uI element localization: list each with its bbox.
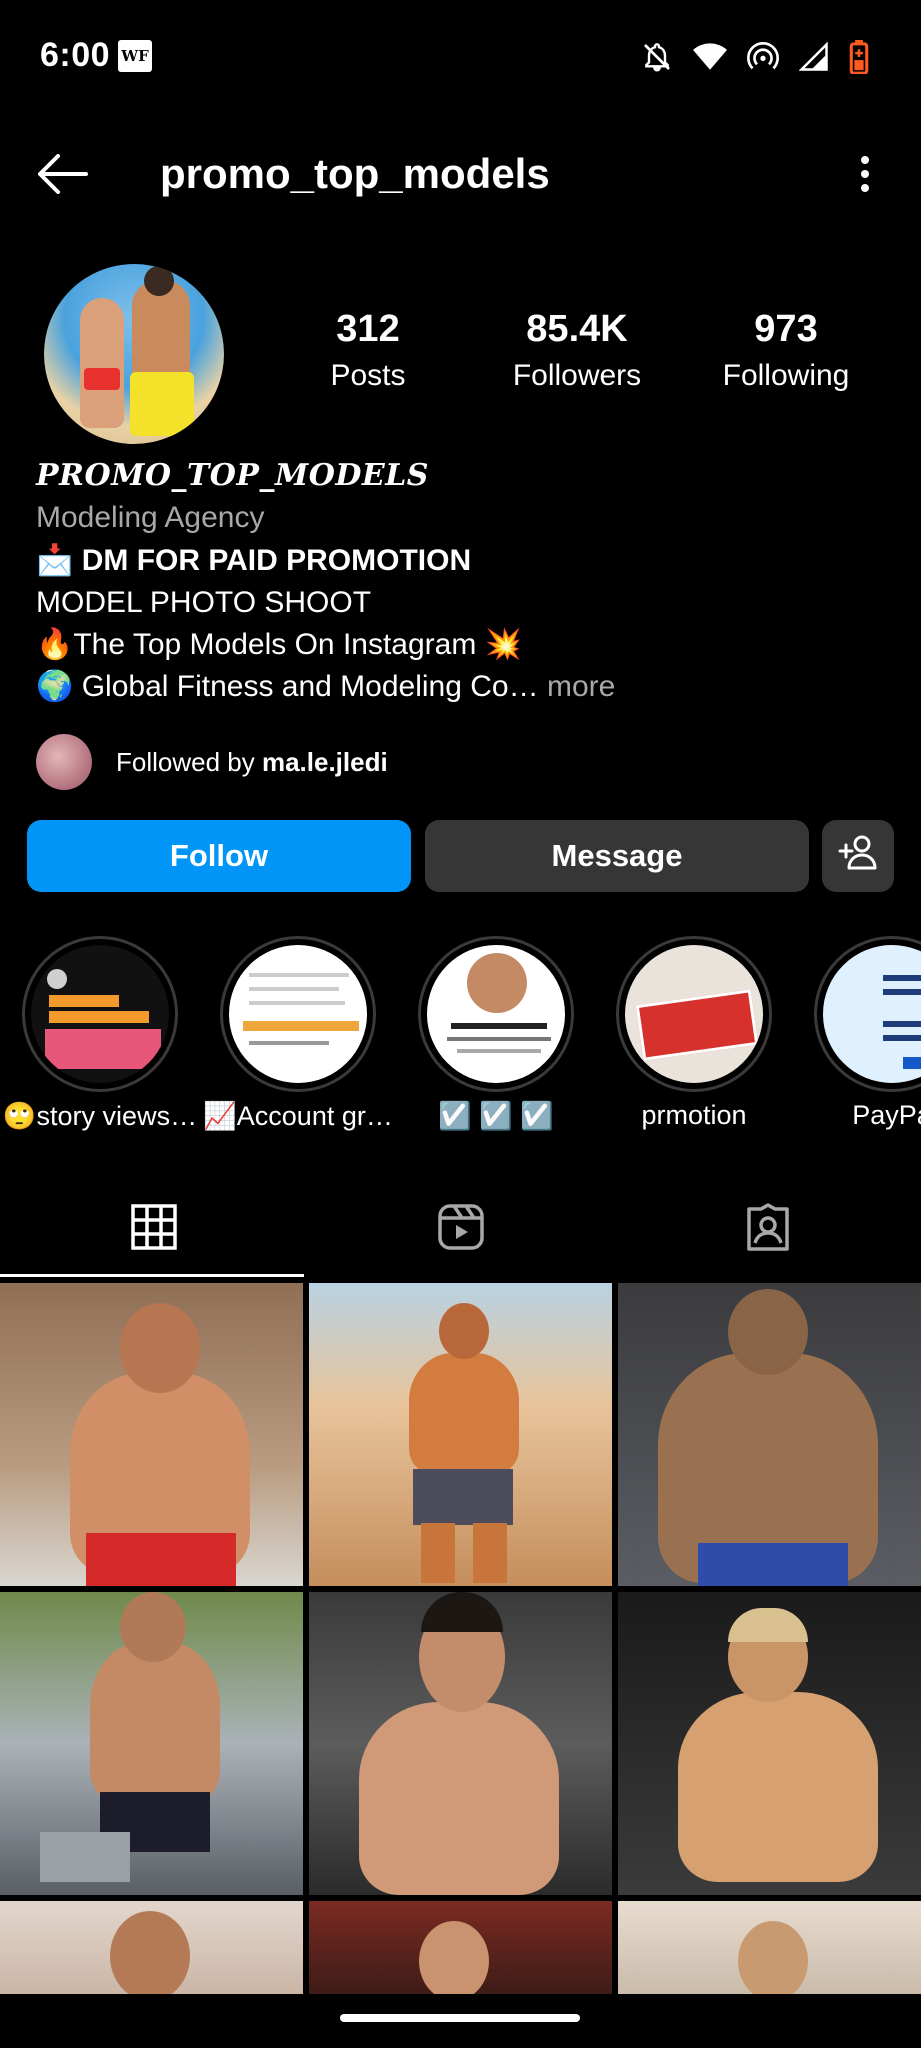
followed-by[interactable]: Followed by ma.le.jledi — [36, 734, 388, 790]
stat-posts[interactable]: 312 Posts — [278, 306, 458, 396]
top-bar: promo_top_models — [0, 128, 921, 224]
followed-by-text: Followed by ma.le.jledi — [116, 747, 388, 778]
stat-value: 312 — [336, 308, 400, 350]
tab-tagged[interactable] — [614, 1180, 921, 1278]
bio-line: 📩 DM FOR PAID PROMOTION — [36, 540, 896, 582]
stat-label: Following — [722, 359, 850, 392]
stat-value: 973 — [754, 308, 818, 350]
highlight-ring — [814, 936, 921, 1092]
suggested-users-button[interactable] — [822, 820, 894, 892]
highlight-cover — [625, 945, 763, 1083]
post-thumbnail[interactable] — [309, 1283, 612, 1586]
avatar-figure — [84, 368, 120, 390]
followed-by-prefix: Followed by — [116, 746, 255, 777]
highlight-label: 📈Account gr… — [203, 1101, 393, 1131]
bio-line: 🌍 Global Fitness and Modeling Co… more — [36, 666, 896, 708]
add-person-icon — [838, 834, 878, 878]
bio-line: MODEL PHOTO SHOOT — [36, 586, 372, 619]
wifi-icon — [693, 42, 727, 72]
more-options-button[interactable] — [845, 148, 885, 204]
grid-icon — [130, 1203, 177, 1255]
highlight-ring — [220, 936, 376, 1092]
tab-posts-grid[interactable] — [0, 1180, 307, 1278]
status-icons — [641, 40, 869, 74]
highlight-cover — [229, 945, 367, 1083]
post-thumbnail[interactable] — [309, 1901, 612, 2001]
highlight-label: 🙄story views… — [2, 1101, 198, 1131]
post-thumbnail[interactable] — [618, 1901, 921, 2001]
display-name: PROMO_TOP_MODELS — [36, 458, 429, 493]
reels-icon — [437, 1203, 485, 1256]
tagged-icon — [744, 1202, 792, 1256]
avatar-figure — [144, 266, 174, 296]
hotspot-icon — [747, 41, 779, 73]
message-button[interactable]: Message — [425, 820, 809, 892]
highlight-label: ☑️ ☑️ ☑️ — [438, 1101, 554, 1131]
post-thumbnail[interactable] — [0, 1901, 303, 2001]
bio-text: DM FOR PAID PROMOTION — [81, 544, 472, 577]
stat-followers[interactable]: 85.4K Followers — [487, 306, 667, 396]
post-thumbnail[interactable] — [618, 1283, 921, 1586]
envelope-emoji: 📩 — [36, 544, 74, 577]
fire-emoji: 🔥 — [36, 628, 74, 661]
status-time: 6:00 — [40, 36, 111, 74]
follow-button[interactable]: Follow — [27, 820, 411, 892]
active-tab-indicator — [0, 1274, 304, 1277]
post-thumbnail[interactable] — [0, 1283, 303, 1586]
home-indicator[interactable] — [340, 2014, 580, 2022]
collision-emoji: 💥 — [484, 628, 523, 661]
profile-screen: 6:00 WF promo_top_models 312 Posts 85.4K… — [0, 0, 921, 2048]
highlight-ring — [418, 936, 574, 1092]
highlight-label: PayPa — [852, 1100, 921, 1130]
bio-text: The Top Models On Instagram — [73, 628, 477, 661]
system-nav-bar — [0, 1994, 921, 2048]
followed-by-user: ma.le.jledi — [261, 746, 388, 777]
highlight-ring — [22, 936, 178, 1092]
more-vertical-icon — [860, 154, 870, 199]
back-button[interactable] — [30, 148, 94, 204]
post-thumbnail[interactable] — [0, 1592, 303, 1895]
bio-more-link[interactable]: more — [547, 670, 615, 703]
status-bar: 6:00 WF — [0, 0, 921, 112]
post-thumbnail[interactable] — [309, 1592, 612, 1895]
cell-signal-icon — [799, 42, 829, 72]
stat-value: 85.4K — [526, 308, 628, 350]
profile-tabs — [0, 1180, 921, 1278]
highlight-ring — [616, 936, 772, 1092]
arrow-left-icon — [36, 153, 88, 199]
stat-following[interactable]: 973 Following — [696, 306, 876, 396]
highlight-cover — [823, 945, 921, 1083]
globe-emoji: 🌍 — [36, 670, 74, 703]
followed-by-avatar — [36, 734, 92, 790]
stat-label: Posts — [330, 359, 406, 392]
story-highlights: 🙄story views… 📈Account gr… ☑️ ☑️ ☑️ prmo… — [0, 936, 921, 1136]
highlight-cover — [427, 945, 565, 1083]
tab-reels[interactable] — [307, 1180, 614, 1278]
wf-badge: WF — [118, 40, 152, 72]
post-thumbnail[interactable] — [618, 1592, 921, 1895]
stat-label: Followers — [512, 359, 642, 392]
avatar-figure — [80, 298, 124, 428]
profile-username-title: promo_top_models — [160, 150, 550, 197]
highlight-cover — [31, 945, 169, 1083]
profile-category: Modeling Agency — [36, 501, 265, 534]
notifications-off-icon — [641, 41, 673, 73]
highlight-label: prmotion — [641, 1100, 747, 1130]
profile-bio: PROMO_TOP_MODELS Modeling Agency 📩 DM FO… — [36, 456, 896, 708]
battery-icon — [849, 40, 869, 74]
bio-text: Global Fitness and Modeling Co… — [81, 670, 539, 703]
bio-line: 🔥The Top Models On Instagram 💥 — [36, 624, 896, 666]
avatar-figure — [130, 372, 194, 436]
profile-avatar[interactable] — [44, 264, 224, 444]
